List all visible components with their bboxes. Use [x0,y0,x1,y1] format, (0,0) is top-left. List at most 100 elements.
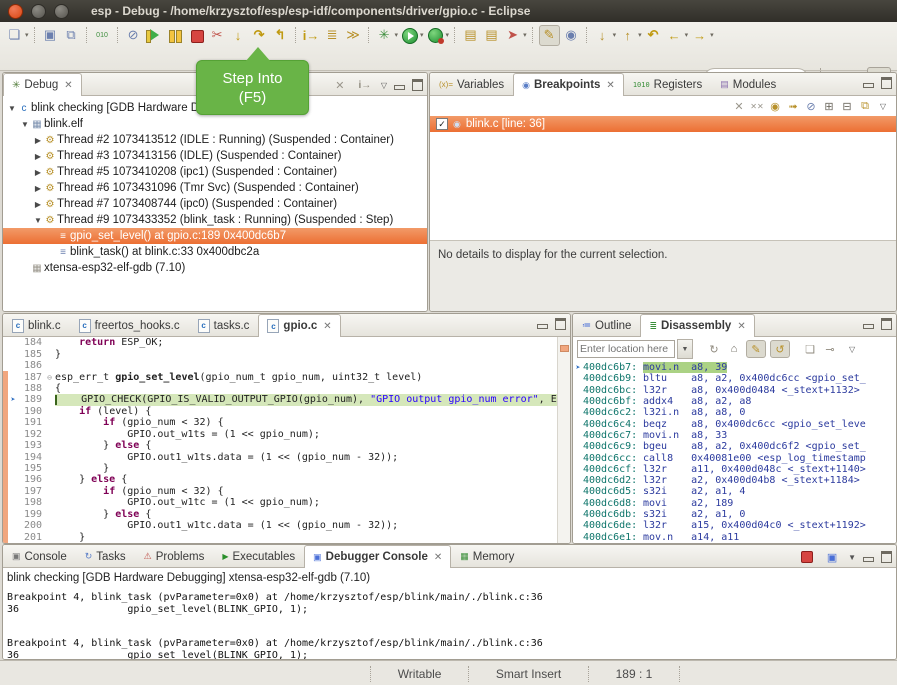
skip-all-breakpoints-icon[interactable]: ⊘ [124,26,143,45]
code-line[interactable]: 195 } [3,463,570,474]
open-project-icon[interactable]: ▤ [482,26,501,45]
disassembly-line[interactable]: ➤400dc6b7:movi.n a8, 39 [573,362,896,373]
terminate-icon[interactable] [187,26,206,45]
code-line[interactable]: 192 GPIO.out_w1ts = (1 << gpio_num); [3,429,570,440]
fold-marker-icon[interactable]: ⊖ [44,373,55,382]
disassembly-line[interactable]: 400dc6bf:addx4 a8, a2, a8 [573,396,896,407]
window-minimize-button[interactable] [31,4,46,19]
last-edit-location-icon[interactable]: ↶ [644,26,663,45]
code-line[interactable]: 190 if (level) { [3,406,570,417]
code-line[interactable]: 199 } else { [3,509,570,520]
minimize-icon[interactable] [863,83,874,88]
tab-freertos-hooks-c[interactable]: c freertos_hooks.c [70,314,189,336]
new-wizard-icon[interactable]: ❏ [5,26,24,45]
step-filters-icon[interactable]: ≫ [344,26,363,45]
window-close-button[interactable] [8,4,23,19]
maximize-icon[interactable] [881,551,892,563]
view-menu-icon[interactable]: ▽ [849,345,855,354]
maximize-icon[interactable] [412,79,423,91]
go-to-file-icon[interactable]: ➟ [784,98,802,114]
view-menu-icon[interactable]: ▽ [874,98,892,114]
line-number[interactable]: 186 [18,360,44,371]
tab-debugger-console[interactable]: ▣ Debugger Console ✕ [304,545,451,568]
previous-annotation-icon[interactable]: ↑ [618,26,637,45]
disassembly-line[interactable]: 400dc6d5:s32i a2, a1, 4 [573,486,896,497]
line-number[interactable]: 196 [18,474,44,485]
code-line[interactable]: 194 GPIO.out1_w1ts.data = (1 << (gpio_nu… [3,451,570,462]
skip-all-breakpoints-icon[interactable]: ⊘ [802,98,820,114]
code-line[interactable]: 186 [3,360,570,371]
tab-blink-c[interactable]: c blink.c [3,314,70,336]
show-execution-icon[interactable]: ≣ [323,26,342,45]
code-line[interactable]: 198 GPIO.out_w1tc = (1 << gpio_num); [3,497,570,508]
disassembly-line[interactable]: 400dc6d2:l32r a2, 0x400d04b8 <_stext+118… [573,475,896,486]
save-all-icon[interactable]: ⧉ [62,26,81,45]
line-number[interactable]: 201 [18,532,44,543]
instruction-stepping-icon[interactable]: i→ [302,26,321,45]
tab-debug[interactable]: ✳ Debug ✕ [3,73,82,96]
debug-tree-row[interactable]: ▶⚙Thread #2 1073413512 (IDLE : Running) … [3,132,427,148]
coverage-icon[interactable] [426,26,445,45]
remove-all-breakpoints-icon[interactable]: ✕✕ [748,98,766,114]
line-number[interactable]: 189 [18,394,44,405]
world-icon[interactable]: ◉ [562,26,581,45]
dropdown-arrow-icon[interactable]: ▾ [446,31,450,39]
code-line[interactable]: 184 return ESP_OK; [3,337,570,348]
debug-tree-row[interactable]: ▼▦blink.elf [3,116,427,132]
disconnect-icon[interactable]: ✂ [208,26,227,45]
debug-tree-row[interactable]: ≡blink_task() at blink.c:33 0x400dbc2a [3,244,427,260]
show-supported-breakpoints-icon[interactable]: ◉ [766,98,784,114]
dropdown-arrow-icon[interactable]: ▾ [710,31,714,39]
line-number[interactable]: 200 [18,520,44,531]
terminate-console-icon[interactable] [798,549,816,565]
step-return-icon[interactable]: ↰ [271,26,290,45]
disassembly-line[interactable]: 400dc6c4:beqz a8, 0x400dc6cc <gpio_set_l… [573,418,896,429]
tab-console[interactable]: ▣ Console [3,545,76,567]
console-menu-icon[interactable]: ▼ [848,553,856,562]
close-icon[interactable]: ✕ [606,80,614,91]
next-annotation-icon[interactable]: ↓ [593,26,612,45]
code-line[interactable]: 200 GPIO.out1_w1tc.data = (1 << (gpio_nu… [3,520,570,531]
home-icon[interactable]: ⌂ [725,341,743,357]
tab-problems[interactable]: ⚠ Problems [135,545,214,567]
line-number[interactable]: 192 [18,429,44,440]
window-maximize-button[interactable] [54,4,69,19]
debug-tree-row[interactable]: ▦xtensa-esp32-elf-gdb (7.10) [3,260,427,276]
code-line[interactable]: 193 } else { [3,440,570,451]
code-line[interactable]: ➤189 GPIO_CHECK(GPIO_IS_VALID_OUTPUT_GPI… [3,394,570,405]
disassembly-line[interactable]: 400dc6cf:l32r a11, 0x400d048c <_stext+11… [573,464,896,475]
instruction-stepping-mode-icon[interactable]: i→ [356,77,374,93]
dropdown-arrow-icon[interactable]: ▾ [395,31,399,39]
code-line[interactable]: 201 } [3,531,570,542]
minimize-icon[interactable] [394,85,405,90]
code-line[interactable]: 191 if (gpio_num < 32) { [3,417,570,428]
debug-tree-row[interactable]: ▶⚙Thread #5 1073410208 (ipc1) (Suspended… [3,164,427,180]
display-selected-console-icon[interactable]: ▣ [823,549,841,565]
suspend-icon[interactable] [166,26,185,45]
disassembly-line[interactable]: 400dc6c2:l32i.n a8, a8, 0 [573,407,896,418]
disassembly-line[interactable]: 400dc6e1:mov.n a14, a11 [573,531,896,542]
minimize-icon[interactable] [863,324,874,329]
console-output[interactable]: blink checking [GDB Hardware Debugging] … [3,568,896,659]
tab-variables[interactable]: (x)= Variables [430,73,513,95]
track-expression-icon[interactable]: ✎ [746,340,766,358]
view-menu-icon[interactable]: ▽ [381,81,387,90]
dropdown-arrow-icon[interactable]: ▾ [420,31,424,39]
code-line[interactable]: 188{ [3,383,570,394]
location-dropdown-icon[interactable]: ▼ [677,339,693,359]
disassembly-line[interactable]: 400dc6de:l32r a15, 0x400d04c0 <_stext+11… [573,520,896,531]
sync-with-active-debug-context-icon[interactable]: ↺ [770,340,790,358]
open-folder-icon[interactable]: ▤ [461,26,480,45]
minimize-icon[interactable] [863,557,874,562]
line-number[interactable]: 185 [18,349,44,360]
code-line[interactable]: 187⊖esp_err_t gpio_set_level(gpio_num_t … [3,371,570,382]
breakpoint-row[interactable]: ✓ ◉ blink.c [line: 36] [430,116,896,132]
code-line[interactable]: 185} [3,348,570,359]
open-new-view-icon[interactable]: ❏ [801,341,819,357]
line-number[interactable]: 198 [18,497,44,508]
disassembly-line[interactable]: 400dc6db:s32i a2, a1, 0 [573,509,896,520]
dropdown-arrow-icon[interactable]: ▾ [638,31,642,39]
maximize-icon[interactable] [881,77,892,89]
mark-occurrences-icon[interactable]: ✎ [539,25,560,46]
dropdown-arrow-icon[interactable]: ▾ [25,31,29,39]
